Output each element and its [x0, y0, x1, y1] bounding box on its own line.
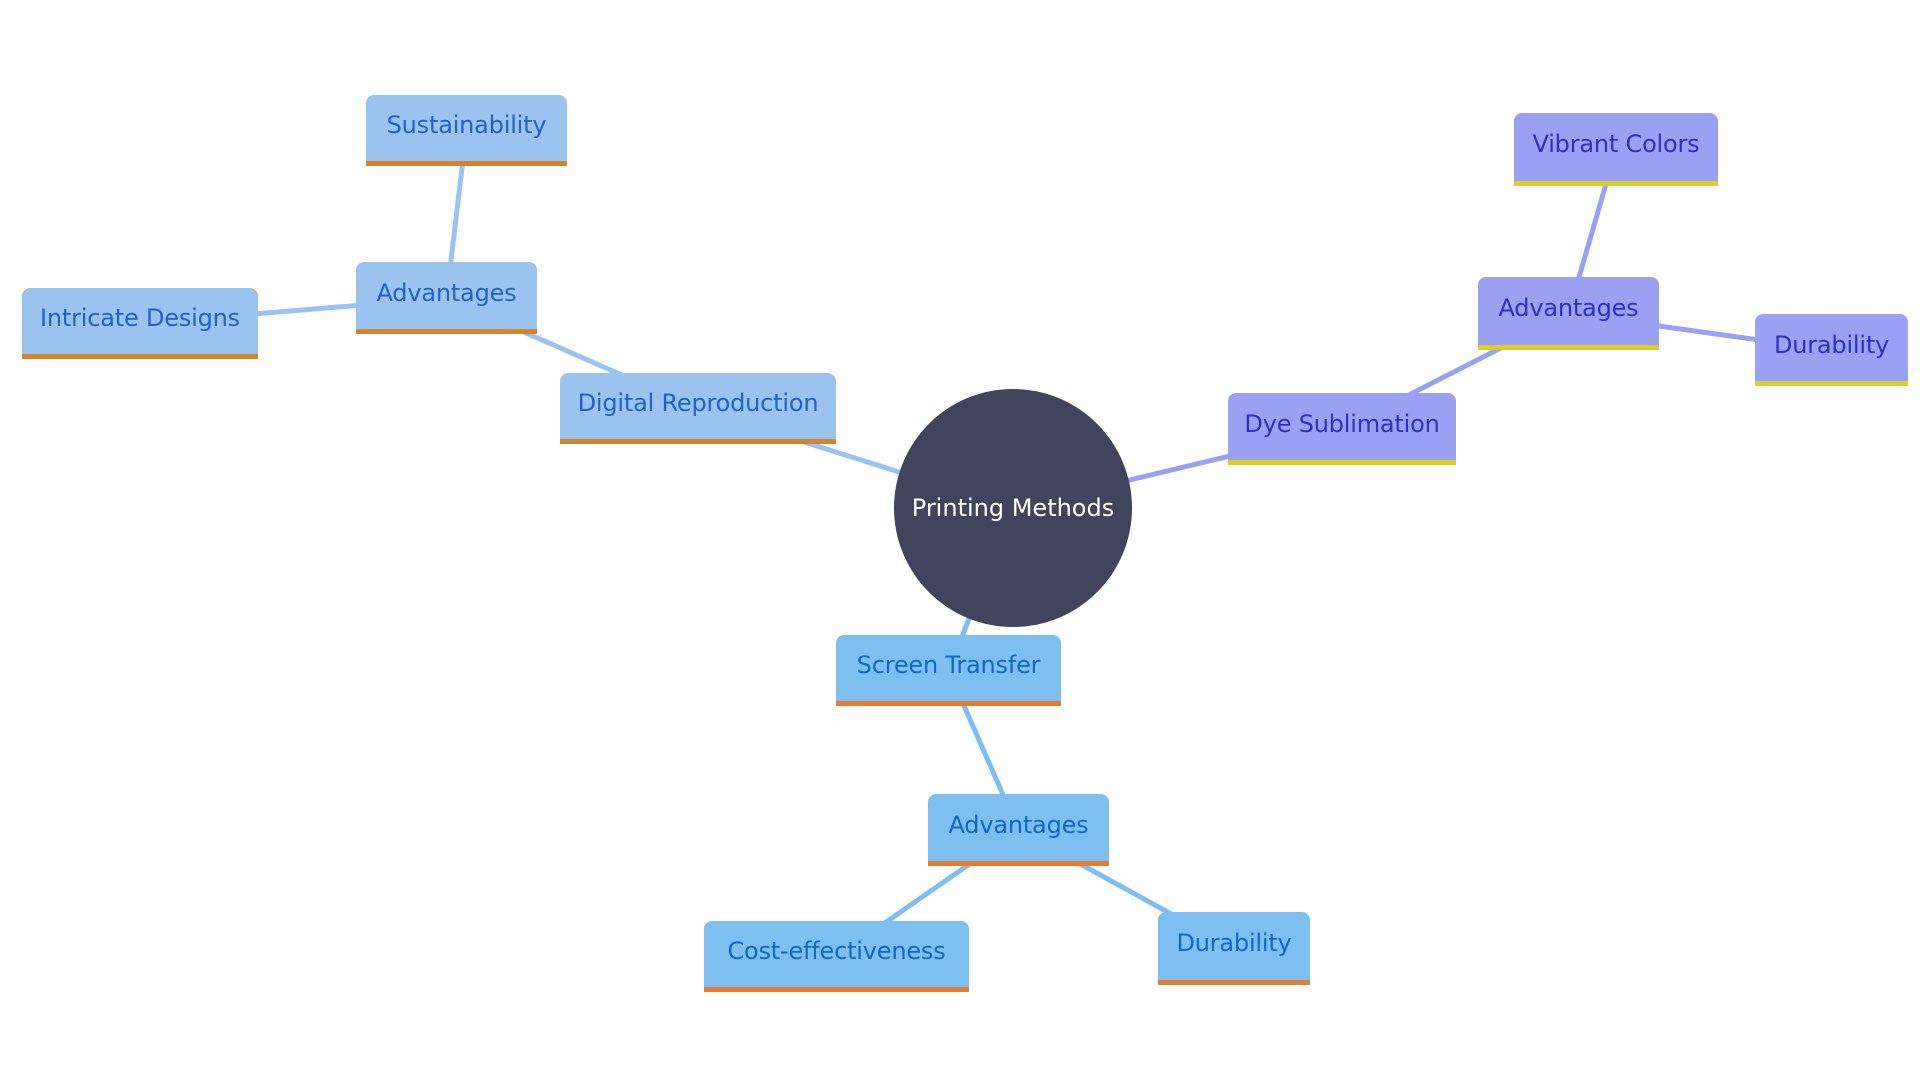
- node-label: Screen Transfer: [856, 651, 1041, 679]
- node-intricate-designs[interactable]: Intricate Designs: [22, 288, 258, 359]
- node-label: Sustainability: [386, 111, 547, 139]
- node-label: Durability: [1773, 330, 1890, 359]
- root-label: Printing Methods: [911, 494, 1115, 522]
- node-sustainability[interactable]: Sustainability: [366, 95, 567, 166]
- node-screen-advantages[interactable]: Advantages: [928, 794, 1109, 866]
- node-digital-advantages[interactable]: Advantages: [356, 262, 537, 334]
- node-screen-transfer[interactable]: Screen Transfer: [836, 635, 1061, 706]
- node-label: Durability: [1176, 929, 1292, 957]
- node-label: Dye Sublimation: [1244, 409, 1440, 438]
- node-label: Advantages: [376, 278, 517, 307]
- node-label: Intricate Designs: [40, 304, 240, 332]
- node-label: Cost-effectiveness: [727, 937, 946, 965]
- node-label: Advantages: [1498, 294, 1639, 322]
- node-screen-durability[interactable]: Durability: [1158, 912, 1310, 985]
- node-cost-effectiveness[interactable]: Cost-effectiveness: [704, 921, 969, 992]
- node-vibrant-colors[interactable]: Vibrant Colors: [1514, 113, 1718, 186]
- node-label: Digital Reproduction: [577, 389, 819, 417]
- root-node-printing-methods[interactable]: Printing Methods: [894, 389, 1132, 627]
- node-dye-sublimation[interactable]: Dye Sublimation: [1228, 393, 1456, 465]
- node-label: Advantages: [948, 810, 1089, 839]
- node-digital-reproduction[interactable]: Digital Reproduction: [560, 373, 836, 444]
- node-dye-durability[interactable]: Durability: [1755, 314, 1908, 386]
- node-dye-advantages[interactable]: Advantages: [1478, 277, 1659, 350]
- node-label: Vibrant Colors: [1532, 130, 1700, 158]
